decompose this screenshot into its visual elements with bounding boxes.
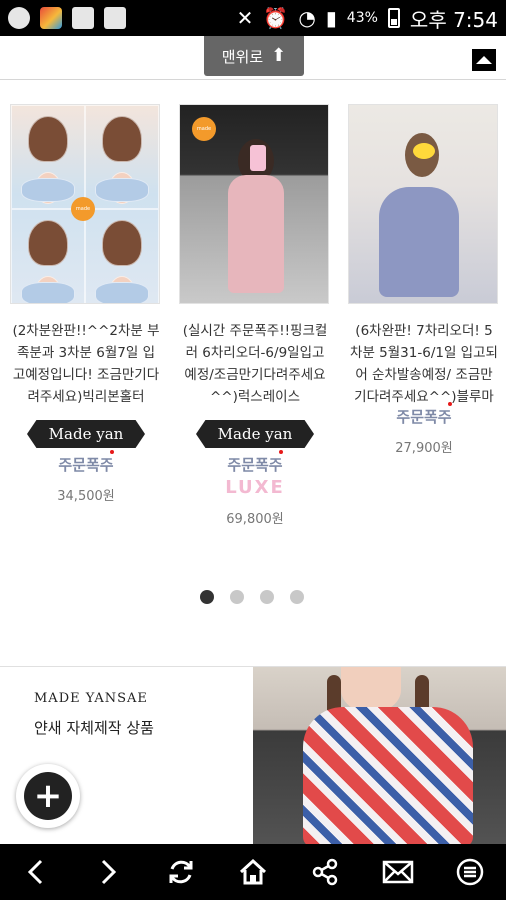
menu-icon [456, 858, 484, 886]
made-yansae-sticker-icon: made [71, 197, 95, 221]
mail-icon [382, 860, 413, 884]
home-button[interactable] [233, 852, 273, 892]
browser-bottom-nav [0, 844, 506, 900]
notification-icons [8, 7, 126, 29]
collapse-button[interactable] [472, 49, 496, 71]
carousel-pagination [200, 590, 304, 604]
product-image[interactable]: made [179, 104, 329, 304]
order-rush-badge: 주문폭주 [179, 450, 331, 475]
carousel-dot[interactable] [290, 590, 304, 604]
back-button[interactable] [16, 852, 56, 892]
app-home-icon [40, 7, 62, 29]
status-bar: ✕ ⏰ ◔ ▮ 43% 오후 7:54 [0, 0, 506, 36]
made-yansae-sticker-icon: made [192, 117, 216, 141]
banner-subtitle: 얀새 자체제작 상품 [34, 719, 154, 737]
clock: 오후 7:54 [409, 7, 498, 32]
banner-brand: MADE YANSAE [34, 691, 148, 706]
scroll-to-top-label: 맨위로 [221, 47, 264, 66]
plus-icon: + [24, 772, 72, 820]
product-title[interactable]: (6차완판! 7차리오더! 5차분 5월31-6/1일 입고되어 순차발송예정/… [348, 320, 500, 408]
product-image[interactable] [348, 104, 498, 304]
product-image[interactable]: made [10, 104, 160, 304]
app-u-icon [8, 7, 30, 29]
arrow-up-icon: ⬆ [271, 45, 287, 66]
product-card[interactable]: made (실시간 주문폭주!!핑크컬러 6차리오더-6/9일입고예정/조금만기… [179, 104, 331, 527]
back-icon [28, 859, 43, 885]
triangle-up-icon [476, 56, 492, 64]
menu-button[interactable] [450, 852, 490, 892]
made-yan-badge: Made yan [196, 420, 314, 448]
download-check-icon [72, 7, 94, 29]
order-rush-badge: 주문폭주 [348, 402, 500, 427]
scroll-to-top-button[interactable]: 맨위로 ⬆ [204, 36, 304, 76]
gallery-icon [104, 7, 126, 29]
product-card[interactable]: (6차완판! 7차리오더! 5차분 5월31-6/1일 입고되어 순차발송예정/… [348, 104, 500, 456]
forward-button[interactable] [88, 852, 128, 892]
wifi-icon: ◔ [298, 6, 316, 30]
banner-photo[interactable] [253, 667, 506, 845]
product-title[interactable]: (실시간 주문폭주!!핑크컬러 6차리오더-6/9일입고예정/조금만기다려주세요… [179, 320, 331, 408]
refresh-button[interactable] [161, 852, 201, 892]
product-price: 69,800원 [226, 512, 284, 527]
carousel-dot[interactable] [230, 590, 244, 604]
made-yan-badge: Made yan [27, 420, 145, 448]
share-icon [313, 858, 338, 886]
product-title[interactable]: (2차분완판!!^^2차분 부족분과 3차분 6월7일 입고예정입니다! 조금만… [10, 320, 162, 408]
carousel-dot[interactable] [260, 590, 274, 604]
alarm-icon: ⏰ [263, 6, 289, 30]
product-price: 34,500원 [57, 489, 115, 504]
product-price: 27,900원 [395, 441, 453, 456]
add-fab-button[interactable]: + [16, 764, 80, 828]
refresh-icon [169, 860, 193, 884]
made-yansae-banner[interactable]: MADE YANSAE 얀새 자체제작 상품 [0, 666, 506, 845]
signal-icon: ▮ [325, 6, 337, 30]
mute-icon: ✕ [236, 6, 254, 30]
order-rush-badge: 주문폭주 [10, 450, 162, 475]
carousel-dot[interactable] [200, 590, 214, 604]
mail-button[interactable] [378, 852, 418, 892]
forward-icon [102, 859, 117, 885]
battery-percent: 43% [346, 10, 378, 26]
luxe-label: LUXE [225, 477, 285, 498]
share-button[interactable] [305, 852, 345, 892]
battery-icon [387, 8, 400, 28]
system-indicators: ✕ ⏰ ◔ ▮ 43% 오후 7:54 [237, 4, 498, 33]
product-card[interactable]: made (2차분완판!!^^2차분 부족분과 3차분 6월7일 입고예정입니다… [10, 104, 162, 504]
home-icon [239, 858, 266, 885]
